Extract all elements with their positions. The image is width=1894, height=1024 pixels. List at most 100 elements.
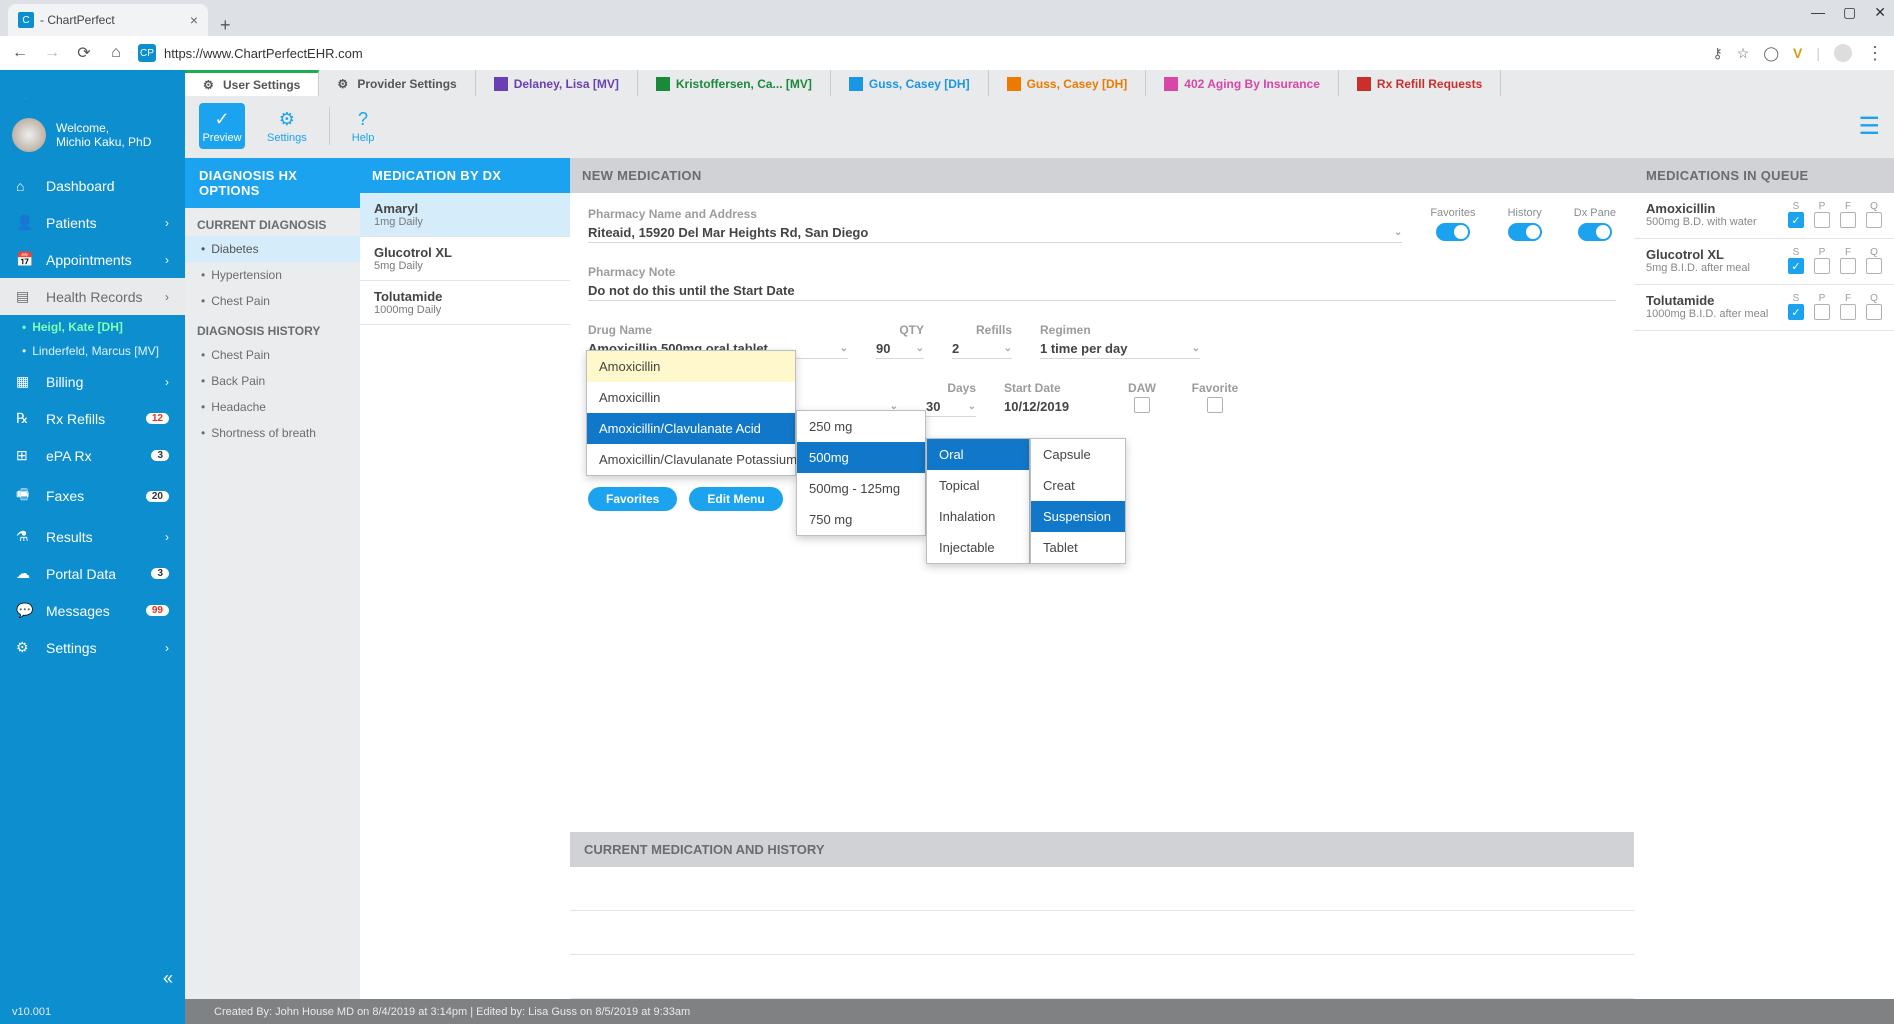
diagnosis-item[interactable]: Chest Pain (185, 342, 360, 368)
circle-icon[interactable]: ◯ (1763, 45, 1779, 62)
window-maximize[interactable]: ▢ (1843, 4, 1856, 21)
back-icon[interactable]: ← (10, 44, 30, 62)
sidebar-item-patients[interactable]: 👤Patients› (0, 204, 185, 241)
favorites-button[interactable]: Favorites (588, 487, 677, 511)
queue-checkbox[interactable] (1866, 212, 1882, 228)
window-close[interactable]: ✕ (1874, 4, 1886, 21)
sidebar-item-results[interactable]: ⚗Results› (0, 518, 185, 555)
queue-s-checkbox[interactable]: ✓ (1788, 212, 1804, 228)
favorite-checkbox[interactable] (1207, 397, 1223, 413)
dropdown-option[interactable]: Amoxicillin/Clavulanate Potassium (587, 444, 795, 475)
url-bar[interactable]: CP https://www.ChartPerfectEHR.com (138, 44, 838, 62)
help-button[interactable]: ? Help (344, 105, 383, 148)
daw-checkbox[interactable] (1134, 397, 1150, 413)
dropdown-option[interactable]: 500mg - 125mg (797, 473, 925, 504)
sidebar-item-epa-rx[interactable]: ⊞ePA Rx3 (0, 437, 185, 474)
new-tab-button[interactable]: + (220, 15, 231, 36)
v-icon[interactable]: V (1793, 45, 1802, 61)
preview-button[interactable]: ✓ Preview (199, 103, 245, 149)
sidebar-item-billing[interactable]: ▦Billing› (0, 363, 185, 400)
dropdown-option[interactable]: Creat (1031, 470, 1125, 501)
sidebar-item-faxes[interactable]: 🖷Faxes20 (0, 474, 185, 518)
sidebar-item-health-records[interactable]: ▤Health Records› (0, 278, 185, 315)
tab-patient[interactable]: Delaney, Lisa [MV] (476, 70, 638, 97)
key-icon[interactable]: ⚷ (1713, 45, 1723, 62)
sidebar-item-dashboard[interactable]: ⌂Dashboard (0, 168, 185, 204)
history-toggle[interactable] (1508, 223, 1542, 241)
queue-checkbox[interactable] (1840, 212, 1856, 228)
favorites-toggle[interactable] (1436, 223, 1470, 241)
queue-checkbox[interactable] (1814, 304, 1830, 320)
dropdown-option[interactable]: Oral (927, 439, 1029, 470)
queue-checkbox[interactable] (1814, 212, 1830, 228)
queue-checkbox[interactable] (1866, 258, 1882, 274)
refills-field[interactable]: 2⌄ (952, 339, 1012, 359)
dropdown-option[interactable]: Injectable (927, 532, 1029, 563)
tab-provider-settings[interactable]: ⚙Provider Settings (319, 70, 475, 97)
tab-patient[interactable]: Guss, Casey [DH] (831, 70, 989, 97)
dropdown-option[interactable]: Inhalation (927, 501, 1029, 532)
start-date-field[interactable]: 10/12/2019 (1004, 397, 1094, 416)
menu-icon[interactable]: ☰ (1858, 112, 1880, 141)
sidebar-item-rx-refills[interactable]: ℞Rx Refills12 (0, 400, 185, 437)
sidebar-collapse-icon[interactable]: « (163, 968, 173, 989)
tab-patient[interactable]: Guss, Casey [DH] (989, 70, 1147, 97)
dropdown-option[interactable]: Suspension (1031, 501, 1125, 532)
medication-item[interactable]: Glucotrol XL5mg Daily (360, 237, 570, 281)
sidebar-item-portal-data[interactable]: ☁Portal Data3 (0, 555, 185, 592)
edit-menu-button[interactable]: Edit Menu (689, 487, 782, 511)
tab-user-settings[interactable]: ⚙User Settings (185, 70, 319, 97)
window-minimize[interactable]: — (1811, 4, 1825, 21)
user-avatar[interactable] (12, 118, 46, 152)
queue-checkbox[interactable] (1814, 258, 1830, 274)
queue-s-checkbox[interactable]: ✓ (1788, 258, 1804, 274)
diagnosis-item[interactable]: Shortness of breath (185, 420, 360, 446)
qty-field[interactable]: 90⌄ (876, 339, 924, 359)
close-icon[interactable]: × (190, 12, 198, 28)
medication-item[interactable]: Tolutamide1000mg Daily (360, 281, 570, 325)
dropdown-option[interactable]: 250 mg (797, 411, 925, 442)
table-row[interactable] (570, 911, 1634, 955)
dropdown-option[interactable]: 500mg (797, 442, 925, 473)
pharmacy-field[interactable]: Riteaid, 15920 Del Mar Heights Rd, San D… (588, 223, 1402, 243)
days-field[interactable]: 30⌄ (926, 397, 976, 417)
dropdown-option[interactable]: Amoxicillin (587, 382, 795, 413)
tab-report[interactable]: 402 Aging By Insurance (1146, 70, 1339, 97)
sidebar-item-messages[interactable]: 💬Messages99 (0, 592, 185, 629)
pharmacy-note-field[interactable]: Do not do this until the Start Date (588, 281, 1616, 301)
dropdown-option[interactable]: Topical (927, 470, 1029, 501)
dropdown-option[interactable]: Capsule (1031, 439, 1125, 470)
tab-rx-refill[interactable]: Rx Refill Requests (1339, 70, 1501, 97)
dropdown-option[interactable]: Tablet (1031, 532, 1125, 563)
reload-icon[interactable]: ⟳ (74, 43, 94, 63)
diagnosis-item[interactable]: Headache (185, 394, 360, 420)
settings-button[interactable]: ⚙ Settings (259, 105, 315, 148)
sidebar-item-appointments[interactable]: 📅Appointments› (0, 241, 185, 278)
star-icon[interactable]: ☆ (1737, 45, 1750, 62)
medication-item[interactable]: Amaryl1mg Daily (360, 193, 570, 237)
tab-patient[interactable]: Kristoffersen, Ca... [MV] (638, 70, 831, 97)
diagnosis-item[interactable]: Diabetes (185, 236, 360, 262)
diagnosis-item[interactable]: Chest Pain (185, 288, 360, 314)
sidebar-item-settings[interactable]: ⚙Settings› (0, 629, 185, 666)
dxpane-toggle[interactable] (1578, 223, 1612, 241)
queue-checkbox[interactable] (1840, 258, 1856, 274)
dropdown-option[interactable]: Amoxicillin/Clavulanate Acid (587, 413, 795, 444)
sidebar-sub-item[interactable]: Heigl, Kate [DH] (0, 315, 185, 339)
sidebar-sub-item[interactable]: Linderfeld, Marcus [MV] (0, 339, 185, 363)
forward-icon[interactable]: → (42, 44, 62, 62)
diagnosis-item[interactable]: Back Pain (185, 368, 360, 394)
home-icon[interactable]: ⌂ (106, 44, 126, 62)
queue-checkbox[interactable] (1840, 304, 1856, 320)
diagnosis-item[interactable]: Hypertension (185, 262, 360, 288)
dropdown-option[interactable]: 750 mg (797, 504, 925, 535)
queue-s-checkbox[interactable]: ✓ (1788, 304, 1804, 320)
profile-avatar-icon[interactable] (1834, 44, 1852, 62)
overflow-menu-icon[interactable]: ⋮ (1866, 43, 1884, 64)
regimen-field[interactable]: 1 time per day⌄ (1040, 339, 1200, 359)
table-row[interactable] (570, 867, 1634, 911)
queue-checkbox[interactable] (1866, 304, 1882, 320)
table-row[interactable] (570, 955, 1634, 999)
browser-tab[interactable]: C - ChartPerfect × (8, 4, 208, 36)
dropdown-option[interactable]: Amoxicillin (587, 351, 795, 382)
